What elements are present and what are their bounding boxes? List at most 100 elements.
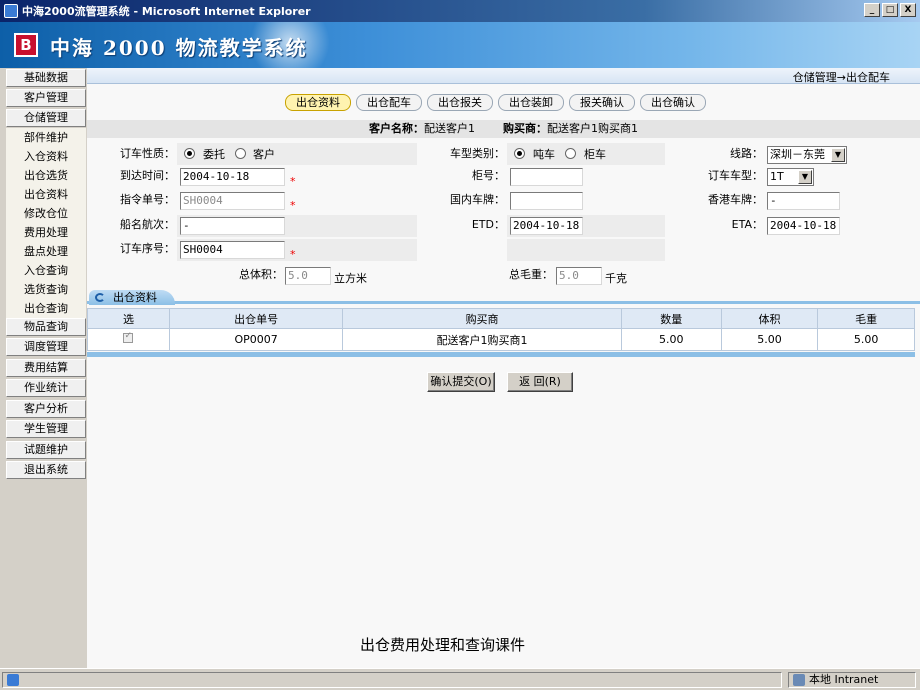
volume-label: 总体积： <box>239 268 283 281</box>
sidebar-sub-pick-query[interactable]: 选货查询 <box>6 280 86 299</box>
sidebar-sub-outbound-query[interactable]: 出仓查询 <box>6 299 86 318</box>
customer-name-label: 客户名称： <box>369 122 424 135</box>
main-content: 仓储管理→出仓配车 出仓资料 出仓配车 出仓报关 出仓装卸 报关确认 出仓确认 … <box>87 68 920 668</box>
workflow-steps: 出仓资料 出仓配车 出仓报关 出仓装卸 报关确认 出仓确认 <box>285 94 706 111</box>
bookcar-label: 订车车型： <box>708 169 763 182</box>
outbound-table: 选 出仓单号 购买商 数量 体积 毛重 OP0007 配送客户1购买商1 5.0… <box>87 308 915 351</box>
cabinet-label: 柜号： <box>472 169 505 182</box>
col-select: 选 <box>87 308 170 329</box>
row-checkbox[interactable] <box>123 331 134 343</box>
app-logo-icon: B <box>14 33 38 57</box>
sidebar-sub-inbound-query[interactable]: 入仓查询 <box>6 261 86 280</box>
nature-radio-entrust[interactable] <box>184 148 195 159</box>
cabinet-input[interactable] <box>510 168 583 186</box>
sidebar-item-dispatch[interactable]: 调度管理 <box>6 338 86 356</box>
domestic-plate-input[interactable] <box>510 192 583 210</box>
step-outbound-data[interactable]: 出仓资料 <box>285 94 351 111</box>
row-volume: 5.00 <box>720 328 819 351</box>
seq-input[interactable]: SH0004 <box>180 241 285 259</box>
back-button[interactable]: 返 回(R) <box>507 372 573 392</box>
hkplate-label: 香港车牌： <box>708 193 763 206</box>
sidebar-sub-pick[interactable]: 出仓选货 <box>6 166 86 185</box>
ship-input[interactable]: - <box>180 217 285 235</box>
weight-label: 总毛重： <box>509 268 553 281</box>
route-select[interactable]: 深圳－东莞 ▼ <box>767 146 847 164</box>
buyer-label: 购买商： <box>502 122 547 135</box>
step-assign-vehicle[interactable]: 出仓配车 <box>356 94 422 111</box>
required-mark: * <box>290 248 296 261</box>
order-input[interactable]: SH0004 <box>180 192 285 210</box>
cartype-radio-container[interactable] <box>565 148 576 159</box>
tab-outbound-data[interactable]: 出仓资料 <box>89 290 175 305</box>
sidebar-item-settlement[interactable]: 费用结算 <box>6 359 86 377</box>
table-footer-bar <box>87 352 915 357</box>
sidebar-item-basic-data[interactable]: 基础数据 <box>6 69 86 87</box>
table-row: OP0007 配送客户1购买商1 5.00 5.00 5.00 <box>87 328 915 351</box>
sidebar-sub-outbound[interactable]: 出仓资料 <box>6 185 86 204</box>
col-volume: 体积 <box>720 308 819 329</box>
window-titlebar: 中海2000流管理系统 - Microsoft Internet Explore… <box>0 0 920 22</box>
status-main <box>2 672 782 688</box>
col-qty: 数量 <box>620 308 722 329</box>
sidebar-sub-inbound[interactable]: 入仓资料 <box>6 147 86 166</box>
sidebar-item-questions[interactable]: 试题维护 <box>6 441 86 459</box>
customer-info-line: 客户名称：配送客户1 购买商：配送客户1购买商1 <box>87 120 920 138</box>
minimize-button[interactable]: _ <box>864 3 880 17</box>
chevron-down-icon: ▼ <box>798 170 812 184</box>
required-mark: * <box>290 175 296 188</box>
bookcar-value: 1T <box>770 170 784 183</box>
window-title: 中海2000流管理系统 - Microsoft Internet Explore… <box>22 5 311 18</box>
ie-icon <box>4 4 18 18</box>
sidebar-sub-fees[interactable]: 费用处理 <box>6 223 86 242</box>
sidebar-item-customer[interactable]: 客户管理 <box>6 89 86 107</box>
weight-unit: 千克 <box>605 272 627 285</box>
cartype-radio-ton[interactable] <box>514 148 525 159</box>
close-button[interactable]: X <box>900 3 916 17</box>
row-checkbox-cell[interactable] <box>87 328 170 351</box>
weight-input[interactable]: 5.0 <box>556 267 602 285</box>
breadcrumb-bar: 仓储管理→出仓配车 <box>87 68 920 84</box>
sidebar-sub-inventory[interactable]: 盘点处理 <box>6 242 86 261</box>
etd-label: ETD： <box>471 218 505 231</box>
sidebar-sub-location[interactable]: 修改仓位 <box>6 204 86 223</box>
breadcrumb: 仓储管理→出仓配车 <box>792 71 890 84</box>
sidebar-item-exit[interactable]: 退出系统 <box>6 461 86 479</box>
step-customs-confirm[interactable]: 报关确认 <box>569 94 635 111</box>
ie-page-icon <box>7 674 19 686</box>
sidebar-item-warehouse[interactable]: 仓储管理 <box>6 109 86 127</box>
row-weight: 5.00 <box>817 328 915 351</box>
status-bar: 本地 Intranet <box>0 668 920 690</box>
bookcar-select[interactable]: 1T ▼ <box>767 168 814 186</box>
arrival-label: 到达时间： <box>120 169 175 182</box>
eta-label: ETA： <box>731 218 763 231</box>
domestic-plate-label: 国内车牌： <box>450 193 505 206</box>
sidebar-item-analysis[interactable]: 客户分析 <box>6 400 86 418</box>
hkplate-input[interactable]: - <box>767 192 840 210</box>
etd-input[interactable]: 2004-10-18 <box>510 217 583 235</box>
maximize-button[interactable]: □ <box>882 3 898 17</box>
step-loading[interactable]: 出仓装卸 <box>498 94 564 111</box>
app-title: 中海 2000 物流教学系统 <box>50 36 308 60</box>
eta-input[interactable]: 2004-10-18 <box>767 217 840 235</box>
cartype-opt-container: 柜车 <box>584 148 606 161</box>
route-value: 深圳－东莞 <box>770 148 825 161</box>
sidebar-item-students[interactable]: 学生管理 <box>6 420 86 438</box>
submit-button[interactable]: 确认提交(O) <box>427 372 495 392</box>
volume-input[interactable]: 5.0 <box>285 267 331 285</box>
row-qty: 5.00 <box>620 328 722 351</box>
sidebar-item-goods-query[interactable]: 物品查询 <box>6 318 86 336</box>
step-customs[interactable]: 出仓报关 <box>427 94 493 111</box>
arrival-input[interactable]: 2004-10-18 <box>180 168 285 186</box>
sidebar-item-statistics[interactable]: 作业统计 <box>6 379 86 397</box>
volume-unit: 立方米 <box>334 272 367 285</box>
chevron-down-icon: ▼ <box>831 148 845 162</box>
cartype-label: 车型类别： <box>450 147 505 160</box>
seq-label: 订车序号： <box>120 242 175 255</box>
col-buyer: 购买商 <box>342 308 622 329</box>
caption: 出仓费用处理和查询课件 <box>360 636 526 654</box>
nature-radio-customer[interactable] <box>235 148 246 159</box>
tab-label: 出仓资料 <box>113 291 157 304</box>
sidebar: 基础数据 客户管理 仓储管理 部件维护 入仓资料 出仓选货 出仓资料 修改仓位 … <box>0 68 87 668</box>
sidebar-sub-parts[interactable]: 部件维护 <box>6 128 86 147</box>
step-outbound-confirm[interactable]: 出仓确认 <box>640 94 706 111</box>
